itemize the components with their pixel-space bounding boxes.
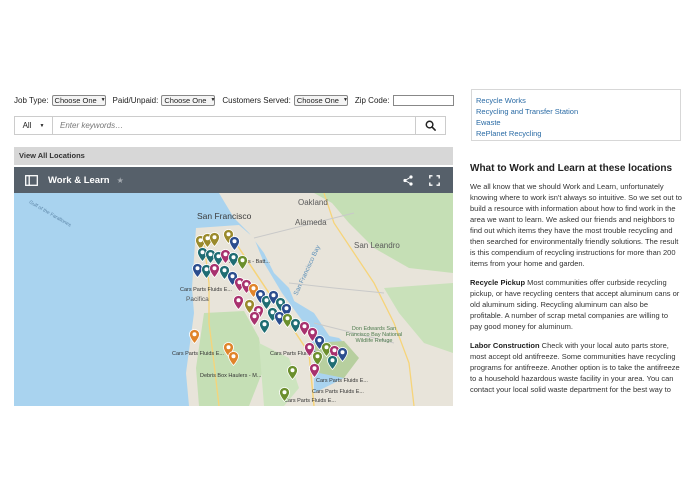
pin-label: Cars Parts Fluids E...	[312, 389, 364, 395]
map-marker-icon[interactable]	[249, 311, 260, 326]
zip-code-label: Zip Code:	[354, 95, 390, 105]
job-type-select[interactable]: Choose One ▼	[51, 94, 106, 106]
search-button[interactable]	[415, 117, 445, 134]
map-marker-icon[interactable]	[228, 351, 239, 366]
star-icon[interactable]: ★	[117, 176, 124, 185]
view-all-locations-bar[interactable]: View All Locations	[14, 147, 453, 165]
section-title: Labor Construction	[470, 341, 540, 350]
chevron-down-icon: ▼	[100, 97, 106, 103]
pin-label: Cars Parts Fluids E...	[172, 351, 224, 357]
customers-served-select[interactable]: Choose One ▼	[293, 94, 348, 106]
map-marker-icon[interactable]	[237, 255, 248, 270]
customers-served-label: Customers Served:	[222, 95, 291, 105]
job-type-label: Job Type:	[14, 95, 49, 105]
map-label-san-leandro: San Leandro	[354, 241, 400, 250]
map-marker-icon[interactable]	[287, 365, 298, 380]
map-header: Work & Learn ★	[14, 167, 453, 193]
map-label-pacifica: Pacifica	[186, 296, 209, 303]
map-marker-icon[interactable]	[279, 387, 290, 402]
filter-bar: Job Type: Choose One ▼ Paid/Unpaid: Choos…	[14, 93, 454, 107]
keyword-search-input[interactable]: Enter keywords…	[53, 121, 415, 130]
map-label-wildlife-refuge: Don Edwards San Francisco Bay National W…	[345, 326, 403, 344]
map-marker-icon[interactable]	[327, 355, 338, 370]
map-canvas[interactable]: San Francisco Oakland Alameda San Leandr…	[14, 193, 453, 406]
paid-unpaid-select[interactable]: Choose One ▼	[161, 94, 216, 106]
paid-unpaid-label: Paid/Unpaid:	[112, 95, 159, 105]
layers-icon[interactable]	[25, 174, 38, 186]
related-links-box: Recycle Works Recycling and Transfer Sta…	[471, 89, 681, 141]
link-recycle-works[interactable]: Recycle Works	[476, 95, 676, 106]
article-section-recycle-pickup: Recycle Pickup Most communities offer cu…	[470, 277, 682, 332]
category-select[interactable]: All ▼	[15, 117, 53, 134]
map-marker-icon[interactable]	[233, 295, 244, 310]
embedded-map[interactable]: Work & Learn ★ San Francisco Oakland Ala…	[14, 167, 453, 406]
link-ewaste[interactable]: Ewaste	[476, 117, 676, 128]
map-marker-icon[interactable]	[309, 363, 320, 378]
link-replanet-recycling[interactable]: RePlanet Recycling	[476, 128, 676, 139]
article-container: What to Work and Learn at these location…	[470, 163, 682, 408]
search-bar: All ▼ Enter keywords…	[14, 116, 446, 135]
article-intro: We all know that we should Work and Lear…	[470, 182, 682, 268]
map-label-oakland: Oakland	[298, 198, 328, 207]
pin-label: Cars Parts Fluids E...	[180, 287, 232, 293]
article: What to Work and Learn at these location…	[470, 163, 682, 395]
search-icon	[425, 120, 436, 131]
share-icon[interactable]	[403, 174, 413, 186]
article-section-labor-construction: Labor Construction Check with your local…	[470, 340, 682, 395]
chevron-down-icon: ▼	[342, 97, 348, 103]
fullscreen-icon[interactable]	[429, 174, 440, 186]
map-marker-icon[interactable]	[337, 347, 348, 362]
section-title: Recycle Pickup	[470, 278, 526, 287]
chevron-down-icon: ▼	[39, 122, 45, 129]
map-marker-icon[interactable]	[189, 329, 200, 344]
map-marker-icon[interactable]	[259, 319, 270, 334]
article-heading: What to Work and Learn at these location…	[470, 163, 673, 174]
map-title: Work & Learn	[48, 174, 110, 186]
map-label-alameda: Alameda	[295, 218, 327, 227]
chevron-down-icon: ▼	[210, 97, 216, 103]
pin-label: Cars Parts Fluids E...	[284, 398, 336, 404]
zip-code-input[interactable]	[392, 94, 454, 106]
pin-label: Cars Parts Fluids E...	[316, 378, 368, 384]
map-marker-icon[interactable]	[209, 232, 220, 247]
map-label-san-francisco: San Francisco	[197, 211, 252, 221]
pin-label: Debris Box Haulers - M...	[200, 373, 262, 379]
link-recycling-transfer-station[interactable]: Recycling and Transfer Station	[476, 106, 676, 117]
